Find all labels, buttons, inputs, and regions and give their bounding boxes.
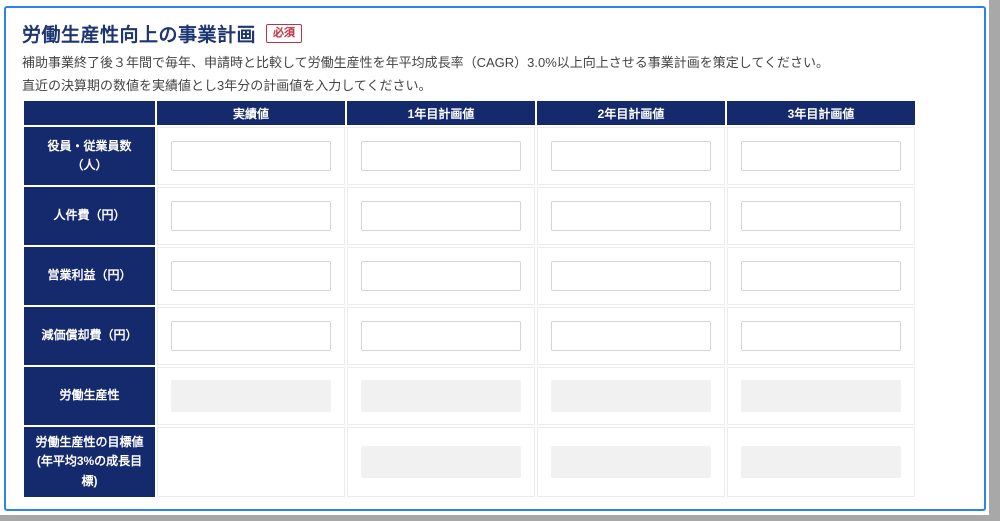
operating-profit-year3-input[interactable]	[741, 261, 901, 291]
row-label-operating-profit: 営業利益（円）	[24, 247, 155, 305]
employees-year3-input[interactable]	[741, 141, 901, 171]
depreciation-year1-input[interactable]	[361, 321, 521, 351]
productivity-year3-readonly-field	[741, 380, 901, 412]
productivity-target-year2-readonly-field	[551, 446, 711, 478]
page-title: 労働生産性向上の事業計画	[22, 25, 257, 46]
productivity-target-year3-readonly-field	[741, 446, 901, 478]
depreciation-year2-input[interactable]	[551, 321, 711, 351]
employees-year1-input[interactable]	[361, 141, 521, 171]
form-section-card: 労働生産性向上の事業計画 必須 補助事業終了後３年間で毎年、申請時と比較して労働…	[4, 6, 986, 511]
description-line-2: 直近の決算期の数値を実績値とし3年分の計画値を入力してください。	[22, 77, 432, 93]
description-line-1: 補助事業終了後３年間で毎年、申請時と比較して労働生産性を年平均成長率（CAGR）…	[22, 55, 830, 70]
labor-cost-year1-input[interactable]	[361, 201, 521, 231]
labor-cost-year2-input[interactable]	[551, 201, 711, 231]
productivity-target-year1-readonly-field	[361, 446, 521, 478]
row-label-employees: 役員・従業員数（人）	[24, 127, 155, 185]
productivity-actual-readonly-field	[171, 380, 331, 412]
screenshot-viewport: 労働生産性向上の事業計画 必須 補助事業終了後３年間で毎年、申請時と比較して労働…	[0, 0, 1000, 521]
productivity-plan-table: 実績値 1年目計画値 2年目計画値 3年目計画値 役員・従業員数（人） 人件費（…	[22, 99, 917, 499]
row-label-productivity: 労働生産性	[24, 367, 155, 425]
labor-cost-actual-input[interactable]	[171, 201, 331, 231]
productivity-year1-readonly-field	[361, 380, 521, 412]
row-label-labor-cost: 人件費（円）	[24, 187, 155, 245]
labor-cost-year3-input[interactable]	[741, 201, 901, 231]
employees-year2-input[interactable]	[551, 141, 711, 171]
productivity-year2-readonly-field	[551, 380, 711, 412]
depreciation-year3-input[interactable]	[741, 321, 901, 351]
section-header: 労働生産性向上の事業計画 必須	[22, 20, 968, 47]
row-label-productivity-target: 労働生産性の目標値(年平均3%の成長目標)	[24, 427, 155, 497]
table-row-productivity-target: 労働生産性の目標値(年平均3%の成長目標)	[24, 427, 915, 497]
column-header-year1: 1年目計画値	[347, 101, 535, 125]
column-header-actual: 実績値	[157, 101, 345, 125]
table-row-productivity: 労働生産性	[24, 367, 915, 425]
operating-profit-year2-input[interactable]	[551, 261, 711, 291]
operating-profit-actual-input[interactable]	[171, 261, 331, 291]
productivity-target-actual-empty-cell	[157, 427, 345, 497]
column-header-year2: 2年目計画値	[537, 101, 725, 125]
table-row-employees: 役員・従業員数（人）	[24, 127, 915, 185]
table-row-operating-profit: 営業利益（円）	[24, 247, 915, 305]
depreciation-actual-input[interactable]	[171, 321, 331, 351]
table-row-depreciation: 減価償却費（円）	[24, 307, 915, 365]
employees-actual-input[interactable]	[171, 141, 331, 171]
table-row-labor-cost: 人件費（円）	[24, 187, 915, 245]
table-header-row: 実績値 1年目計画値 2年目計画値 3年目計画値	[24, 101, 915, 125]
corner-header-cell	[24, 101, 155, 125]
window-edge-bottom	[0, 515, 1000, 521]
required-badge: 必須	[266, 24, 303, 43]
column-header-year3: 3年目計画値	[727, 101, 915, 125]
window-edge-right	[989, 0, 1000, 521]
operating-profit-year1-input[interactable]	[361, 261, 521, 291]
row-label-depreciation: 減価償却費（円）	[24, 307, 155, 365]
